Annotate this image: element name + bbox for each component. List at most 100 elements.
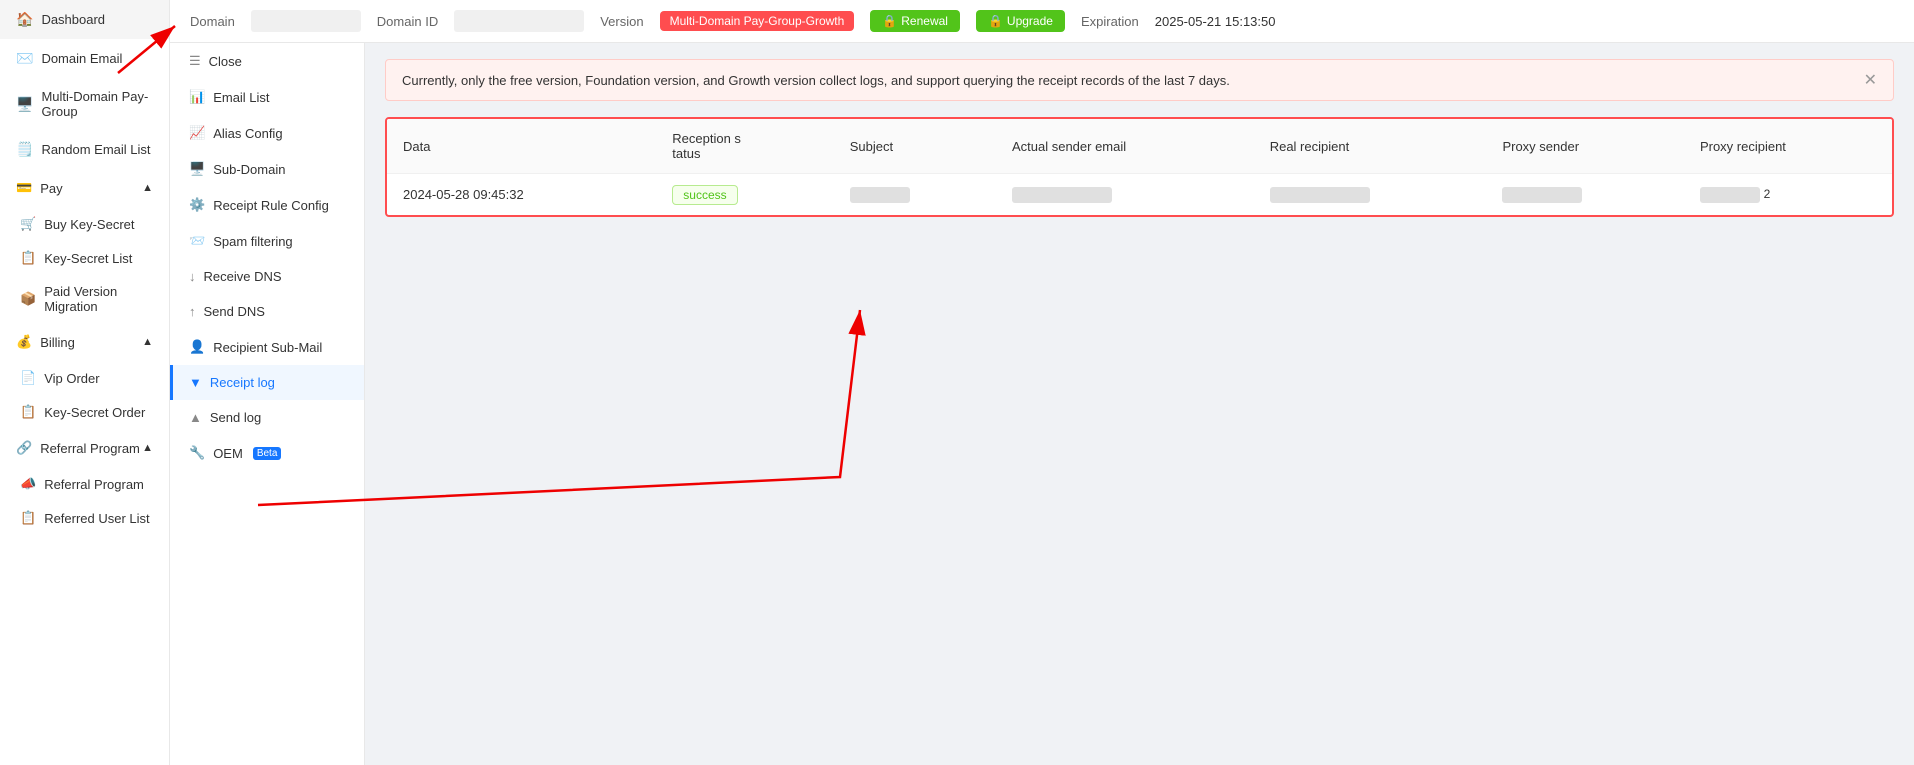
sidebar-item-referred-users[interactable]: 📋 Referred User List (0, 501, 169, 535)
domain-label: Domain (190, 14, 235, 29)
cell-status: success (656, 174, 833, 215)
data-table-container: Data Reception status Subject Actual sen… (385, 117, 1894, 217)
send-dns-icon: ↑ (189, 304, 196, 319)
sidebar-group-referral[interactable]: 🔗 Referral Program ▲ (0, 429, 169, 467)
col-header-proxy-recipient: Proxy recipient (1684, 119, 1892, 174)
sub-sidebar-item-sub-domain[interactable]: 🖥️ Sub-Domain (170, 151, 364, 187)
sub-sidebar-item-spam[interactable]: 📨 Spam filtering (170, 223, 364, 259)
sidebar-item-multi-domain[interactable]: 🖥️ Multi-Domain Pay-Group (0, 78, 169, 130)
alert-close-button[interactable]: ✕ (1864, 70, 1877, 90)
sub-sidebar-item-receipt-rule[interactable]: ⚙️ Receipt Rule Config (170, 187, 364, 223)
sidebar-item-referral-program[interactable]: 📣 Referral Program (0, 467, 169, 501)
receipt-log-icon: ▼ (189, 375, 202, 390)
sidebar-group-label: Pay (40, 181, 62, 196)
sub-sidebar-label: Send log (210, 410, 261, 425)
billing-icon: 💰 (16, 334, 32, 350)
col-header-subject: Subject (834, 119, 996, 174)
expiration-label: Expiration (1081, 14, 1139, 29)
left-sidebar: 🏠 Dashboard ✉️ Domain Email 🖥️ Multi-Dom… (0, 0, 170, 765)
referred-users-icon: 📋 (20, 510, 36, 526)
sub-sidebar-item-receive-dns[interactable]: ↓ Receive DNS (170, 259, 364, 294)
key-list-icon: 📋 (20, 250, 36, 266)
sub-sidebar-item-send-log[interactable]: ▲ Send log (170, 400, 364, 435)
receipt-log-table: Data Reception status Subject Actual sen… (387, 119, 1892, 215)
sub-sidebar-label: OEM (213, 446, 243, 461)
sidebar-item-buy-key-secret[interactable]: 🛒 Buy Key-Secret (0, 207, 169, 241)
sub-sidebar-item-close[interactable]: ☰ Close (170, 43, 364, 79)
multi-domain-icon: 🖥️ (16, 96, 33, 113)
sidebar-item-paid-migration[interactable]: 📦 Paid Version Migration (0, 275, 169, 323)
sub-sidebar-label: Receipt log (210, 375, 275, 390)
dashboard-icon: 🏠 (16, 11, 33, 28)
chevron-up-icon: ▲ (142, 182, 153, 194)
sidebar-item-label: Domain Email (41, 51, 122, 66)
receive-dns-icon: ↓ (189, 269, 196, 284)
lock-icon-upgrade: 🔒 (988, 14, 1003, 28)
cell-proxy-sender (1486, 174, 1683, 215)
col-header-real-recipient: Real recipient (1254, 119, 1487, 174)
oem-icon: 🔧 (189, 445, 205, 461)
col-header-reception-status: Reception status (656, 119, 833, 174)
domain-value (251, 10, 361, 32)
version-badge: Multi-Domain Pay-Group-Growth (660, 11, 855, 31)
top-bar: Domain Domain ID Version Multi-Domain Pa… (170, 0, 1914, 43)
sidebar-item-key-secret-order[interactable]: 📋 Key-Secret Order (0, 395, 169, 429)
sub-sidebar: ☰ Close 📊 Email List 📈 Alias Config 🖥️ S… (170, 43, 365, 765)
cell-subject (834, 174, 996, 215)
recipient-sub-icon: 👤 (189, 339, 205, 355)
sub-sidebar-label: Sub-Domain (213, 162, 285, 177)
key-order-icon: 📋 (20, 404, 36, 420)
col-header-actual-sender: Actual sender email (996, 119, 1254, 174)
vip-order-icon: 📄 (20, 370, 36, 386)
sidebar-item-random-email[interactable]: 🗒️ Random Email List (0, 130, 169, 169)
sidebar-sub-label: Key-Secret Order (44, 405, 145, 420)
sub-sidebar-item-alias-config[interactable]: 📈 Alias Config (170, 115, 364, 151)
close-menu-icon: ☰ (189, 53, 201, 69)
sidebar-item-key-secret-list[interactable]: 📋 Key-Secret List (0, 241, 169, 275)
sidebar-item-domain-email[interactable]: ✉️ Domain Email (0, 39, 169, 78)
sub-sidebar-label: Alias Config (213, 126, 282, 141)
sub-sidebar-item-recipient-sub[interactable]: 👤 Recipient Sub-Mail (170, 329, 364, 365)
real-recipient-blurred (1270, 187, 1370, 203)
pay-icon: 💳 (16, 180, 32, 196)
table-row: 2024-05-28 09:45:32 success (387, 174, 1892, 215)
random-email-icon: 🗒️ (16, 141, 33, 158)
sidebar-item-label: Multi-Domain Pay-Group (41, 89, 153, 119)
content-area: ☰ Close 📊 Email List 📈 Alias Config 🖥️ S… (170, 43, 1914, 765)
send-log-icon: ▲ (189, 410, 202, 425)
alert-message: Currently, only the free version, Founda… (402, 73, 1230, 88)
spam-icon: 📨 (189, 233, 205, 249)
chevron-up-icon: ▲ (142, 442, 153, 454)
sidebar-item-vip-order[interactable]: 📄 Vip Order (0, 361, 169, 395)
sidebar-item-dashboard[interactable]: 🏠 Dashboard (0, 0, 169, 39)
beta-badge: Beta (253, 447, 282, 460)
sub-sidebar-item-send-dns[interactable]: ↑ Send DNS (170, 294, 364, 329)
lock-icon: 🔒 (882, 14, 897, 28)
cell-real-recipient (1254, 174, 1487, 215)
domain-email-icon: ✉️ (16, 50, 33, 67)
sub-sidebar-label: Receipt Rule Config (213, 198, 329, 213)
sidebar-sub-label: Vip Order (44, 371, 99, 386)
sidebar-sub-label: Paid Version Migration (44, 284, 153, 314)
status-badge: success (672, 185, 737, 205)
sub-sidebar-item-oem[interactable]: 🔧 OEM Beta (170, 435, 364, 471)
sub-sidebar-item-receipt-log[interactable]: ▼ Receipt log (170, 365, 364, 400)
sub-sidebar-item-email-list[interactable]: 📊 Email List (170, 79, 364, 115)
sub-sidebar-label: Recipient Sub-Mail (213, 340, 322, 355)
renewal-button[interactable]: 🔒 Renewal (870, 10, 960, 32)
cell-actual-sender (996, 174, 1254, 215)
paid-migration-icon: 📦 (20, 291, 36, 307)
sidebar-group-pay[interactable]: 💳 Pay ▲ (0, 169, 169, 207)
email-list-icon: 📊 (189, 89, 205, 105)
sidebar-item-label: Random Email List (41, 142, 150, 157)
sidebar-sub-label: Referral Program (44, 477, 144, 492)
sub-sidebar-label: Receive DNS (204, 269, 282, 284)
sidebar-group-billing[interactable]: 💰 Billing ▲ (0, 323, 169, 361)
sub-sidebar-label: Close (209, 54, 242, 69)
page-content: Currently, only the free version, Founda… (365, 43, 1914, 765)
upgrade-button[interactable]: 🔒 Upgrade (976, 10, 1065, 32)
referral-group-icon: 🔗 (16, 440, 32, 456)
version-label: Version (600, 14, 643, 29)
sub-sidebar-label: Email List (213, 90, 269, 105)
sidebar-item-label: Dashboard (41, 12, 105, 27)
